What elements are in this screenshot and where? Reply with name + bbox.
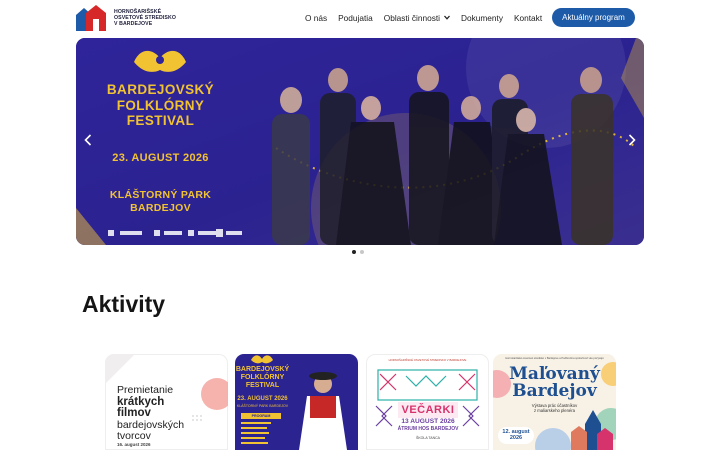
logo-mark-icon xyxy=(76,5,110,31)
card-program-label: PROGRAM xyxy=(241,413,281,419)
card-place: ÁTRIUM HOS BARDEJOV xyxy=(397,426,459,432)
activity-card-malovany-bardejov[interactable]: Hornošarišské osvetové stredisko v Barde… xyxy=(493,354,616,450)
section-title-aktivity: Aktivity xyxy=(82,291,166,317)
activity-card-vecarki[interactable]: HORNOŠARIŠSKÉ OSVETOVÉ STREDISKO V BARDE… xyxy=(366,354,489,450)
card-date: 23. AUGUST 2026 xyxy=(237,396,288,402)
logo-line: V BARDEJOVE xyxy=(114,21,153,28)
card-subtitle-line: z maliarskeho plenéra xyxy=(534,408,575,413)
activity-card-folklore-festival[interactable]: BARDEJOVSKÝ FOLKLÓRNY FESTIVAL 23. AUGUS… xyxy=(235,354,358,450)
card-title-line: tvorcov xyxy=(117,430,151,442)
hero-place-line: KLÁŠTORNÝ PARK xyxy=(109,189,212,201)
hero-festival-date: 23. AUGUST 2026 xyxy=(112,152,209,164)
hero-festival-place: KLÁŠTORNÝ PARK BARDEJOV xyxy=(88,189,233,214)
card-subtitle: ŠKOLA TANCA xyxy=(416,436,440,440)
activity-cards: Premietanie krátkych filmov bardejovskýc… xyxy=(105,354,617,450)
nav-item-dokumenty[interactable]: Dokumenty xyxy=(461,13,503,23)
card-title: BARDEJOVSKÝ FOLKLÓRNY FESTIVAL xyxy=(235,366,290,390)
card-organizer: HORNOŠARIŠSKÉ OSVETOVÉ STREDISKO V BARDE… xyxy=(388,358,467,362)
card-title-line: FESTIVAL xyxy=(245,382,280,389)
hero-title-line: BARDEJOVSKÝ xyxy=(106,82,215,97)
card-title: Premietanie krátkych filmov bardejovskýc… xyxy=(117,384,197,443)
activity-card-film-screening[interactable]: Premietanie krátkych filmov bardejovskýc… xyxy=(105,354,228,450)
card-date-line: 2026 xyxy=(509,435,523,441)
slider-next-button[interactable] xyxy=(624,133,640,150)
card-subtitle: Výstava prác účastníkov z maliarskeho pl… xyxy=(503,403,606,413)
card-title-line: Bardejov xyxy=(512,381,597,401)
card-date: 16. august 2026 xyxy=(117,442,151,447)
nav-item-label: Oblasti činnosti xyxy=(383,13,441,23)
card-organizer: Hornošarišské osvetové stredisko v Barde… xyxy=(505,357,604,360)
chevron-down-icon xyxy=(444,15,451,22)
logo-text: HORNOŠARIŠSKÉ OSVETOVÉ STREDISKO V BARDE… xyxy=(114,9,176,28)
card-title-line: BARDEJOVSKÝ xyxy=(235,366,290,373)
card-title-line: Premietanie xyxy=(117,384,174,396)
nav-item-oblasti-cinnosti[interactable]: Oblasti činnosti xyxy=(383,13,451,23)
slider-prev-button[interactable] xyxy=(80,133,96,150)
card-title-line: krátkych filmov xyxy=(117,395,165,419)
slider-dot[interactable] xyxy=(352,250,356,254)
card-title: VEČARKI xyxy=(401,404,455,416)
card-title-line: FOLKLÓRNY xyxy=(240,374,285,381)
card-date-badge: 12. august 2026 xyxy=(498,427,534,444)
main-nav: O nás Podujatia Oblasti činnosti Dokumen… xyxy=(305,11,553,25)
chevron-left-icon xyxy=(84,133,92,150)
card-title: Maľovaný Bardejov xyxy=(497,366,612,400)
nav-item-podujatia[interactable]: Podujatia xyxy=(338,13,373,23)
hero-festival-title: BARDEJOVSKÝ FOLKLÓRNY FESTIVAL xyxy=(88,82,233,129)
slider-pagination xyxy=(352,250,368,254)
nav-item-kontakt[interactable]: Kontakt xyxy=(514,13,542,23)
nav-item-o-nas[interactable]: O nás xyxy=(305,13,327,23)
site-logo[interactable]: HORNOŠARIŠSKÉ OSVETOVÉ STREDISKO V BARDE… xyxy=(76,4,186,32)
slider-dot[interactable] xyxy=(360,250,364,254)
hero-place-line: BARDEJOV xyxy=(130,201,191,214)
chevron-right-icon xyxy=(628,133,636,150)
hero-title-line: FOLKLÓRNY xyxy=(116,97,205,113)
hero-slider: BARDEJOVSKÝ FOLKLÓRNY FESTIVAL 23. AUGUS… xyxy=(76,38,644,245)
site-header: HORNOŠARIŠSKÉ OSVETOVÉ STREDISKO V BARDE… xyxy=(0,0,720,36)
hero-title-line: FESTIVAL xyxy=(126,113,195,128)
current-program-button[interactable]: Aktuálny program xyxy=(552,8,635,27)
card-date: 13 AUGUST 2026 xyxy=(401,418,455,425)
card-place: KLÁŠTORNÝ PARK BARDEJOV xyxy=(236,404,289,408)
